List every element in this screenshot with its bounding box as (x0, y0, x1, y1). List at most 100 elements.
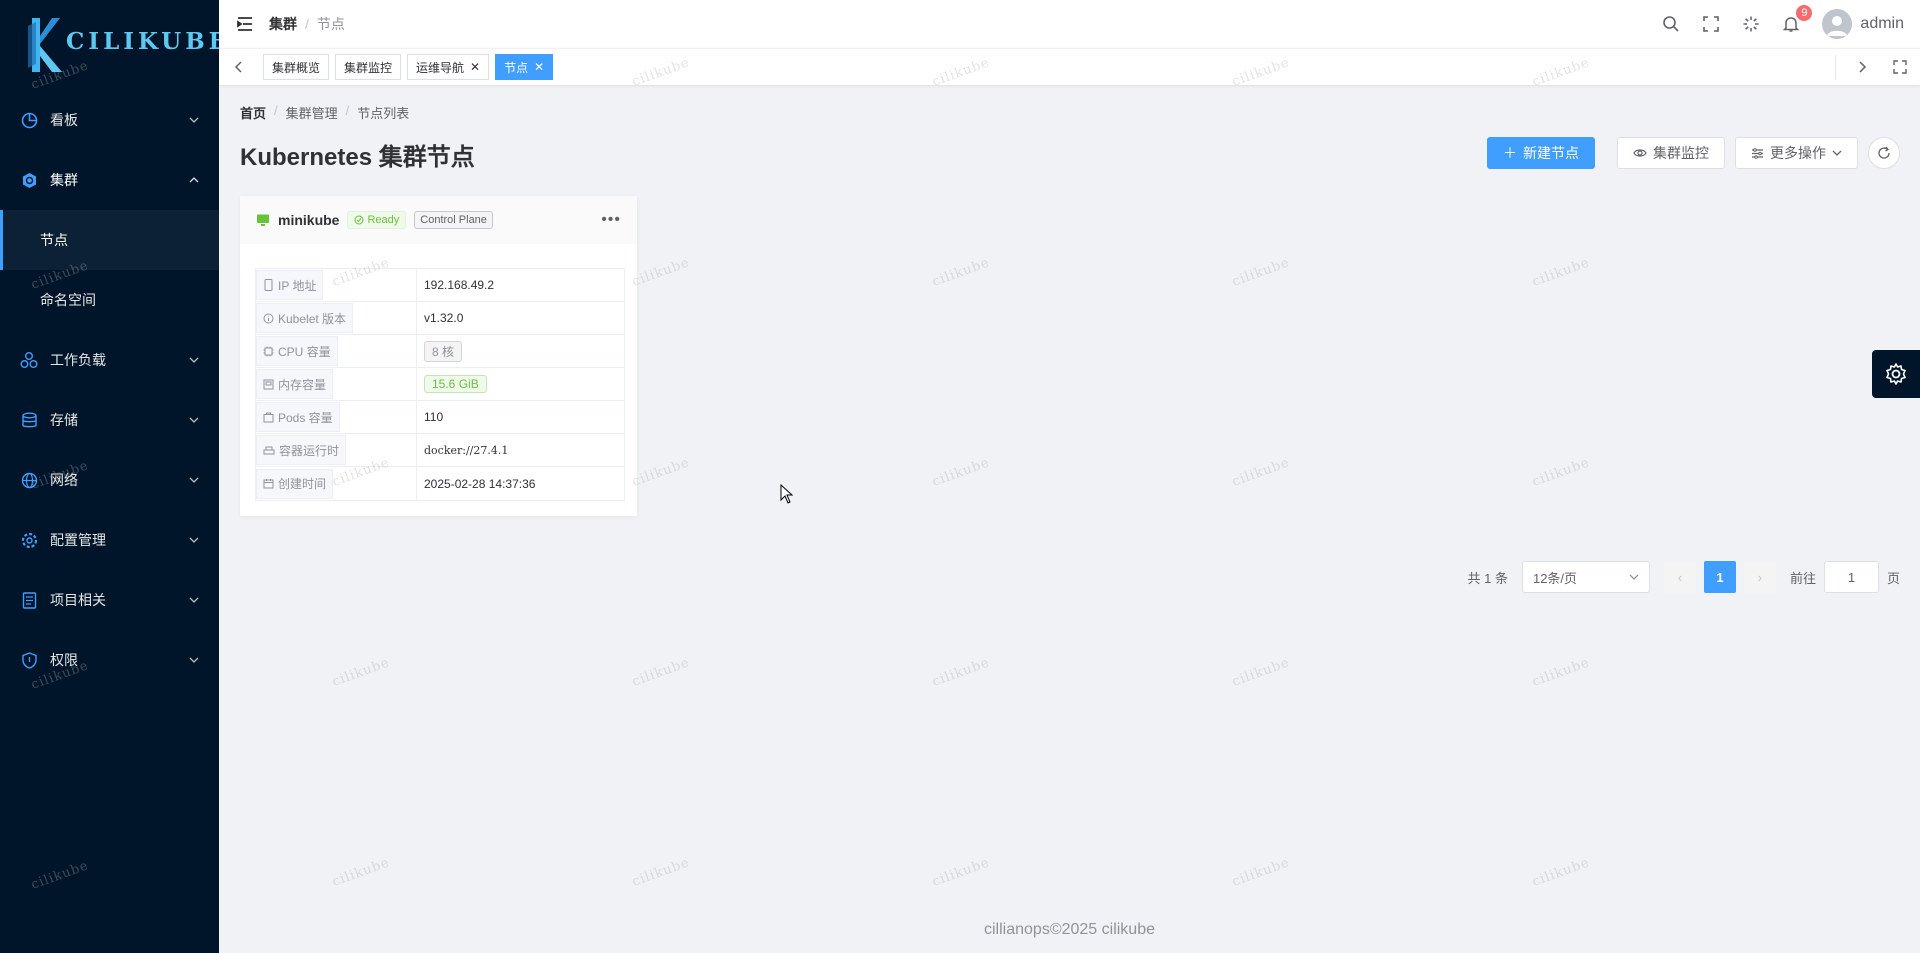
shield-icon (20, 651, 38, 669)
watermark: cilikube (930, 855, 992, 890)
breadcrumb-node-list: 节点列表 (357, 106, 410, 121)
watermark: cilikube (1230, 255, 1292, 290)
detail-label-box: 容器运行时 (256, 435, 347, 465)
detail-label-box: 创建时间 (256, 468, 334, 499)
more-actions-dropdown[interactable]: 更多操作 (1735, 137, 1858, 169)
detail-label: CPU 容量 (256, 335, 416, 367)
page-actions: ＋ 新建节点 集群监控 更多操作 (1487, 137, 1900, 169)
memory-icon (263, 379, 274, 389)
detail-label-text: 创建时间 (278, 477, 327, 491)
kubernetes-icon (20, 171, 38, 189)
detail-label-text: CPU 容量 (278, 344, 331, 359)
settings-button[interactable] (1872, 350, 1920, 398)
detail-value: 192.168.49.2 (416, 269, 624, 301)
chevron-down-icon (189, 657, 199, 663)
expand-icon[interactable] (1888, 55, 1912, 79)
tag-cluster-overview[interactable]: 集群概览 (263, 54, 330, 80)
status-badge: Ready (347, 211, 407, 229)
loading-icon[interactable] (1742, 15, 1760, 33)
watermark: cilikube (1530, 655, 1592, 690)
detail-label-text: IP 地址 (278, 278, 317, 293)
node-details: IP 地址 192.168.49.2 Kubelet 版本 v1.32.0 CP… (255, 268, 625, 501)
sliders-icon (1752, 147, 1763, 159)
bell-icon[interactable]: 9 (1782, 5, 1813, 33)
detail-value: 15.6 GiB (416, 368, 624, 400)
detail-value: 2025-02-28 14:37:36 (416, 467, 624, 500)
page-size-select[interactable]: 12条/页 (1521, 561, 1650, 593)
watermark: cilikube (29, 858, 91, 893)
node-name[interactable]: minikube (278, 212, 339, 228)
more-icon[interactable]: ••• (601, 211, 621, 229)
gear-icon (1886, 363, 1906, 385)
breadcrumb-separator: / (274, 103, 278, 118)
chevron-up-icon (189, 177, 199, 183)
chevron-down-icon (189, 477, 199, 483)
watermark: cilikube (930, 255, 992, 290)
close-icon[interactable]: ✕ (534, 61, 544, 73)
detail-label: 创建时间 (256, 467, 416, 500)
sidebar-item-storage[interactable]: 存储 (0, 390, 219, 450)
sidebar-item-project[interactable]: 项目相关 (0, 570, 219, 630)
chevron-left-icon[interactable] (227, 55, 251, 79)
tag-label: 集群概览 (272, 60, 321, 75)
create-node-button[interactable]: ＋ 新建节点 (1487, 137, 1595, 169)
watermark: cilikube (1530, 455, 1592, 490)
breadcrumb-separator: / (345, 103, 350, 118)
config-icon (20, 531, 38, 549)
chevron-right-icon[interactable] (1850, 55, 1874, 79)
next-page-button[interactable]: › (1743, 561, 1776, 593)
sidebar-item-label: 存储 (50, 412, 78, 428)
sidebar-item-workload[interactable]: 工作负载 (0, 330, 219, 390)
header-breadcrumb-nodes: 节点 (316, 16, 345, 32)
menu-fold-icon[interactable] (235, 14, 255, 34)
main-content: 首页 / 集群管理 / 节点列表 Kubernetes 集群节点 ＋ 新建节点 … (219, 55, 1920, 953)
sidebar-item-dashboard[interactable]: 看板 (0, 90, 219, 150)
cluster-monitor-button[interactable]: 集群监控 (1617, 137, 1725, 169)
page-title: Kubernetes 集群节点 (240, 144, 475, 171)
goto-page-input[interactable] (1823, 561, 1879, 593)
status-text: Ready (367, 214, 400, 226)
watermark: cilikube (930, 655, 992, 690)
breadcrumb-cluster-mgmt[interactable]: 集群管理 (286, 103, 338, 122)
refresh-button[interactable] (1868, 137, 1900, 169)
prev-page-button[interactable]: ‹ (1663, 561, 1696, 593)
sidebar-item-network[interactable]: 网络 (0, 450, 219, 510)
watermark: cilikube (1530, 255, 1592, 290)
detail-label-text: 容器运行时 (279, 443, 340, 458)
search-icon[interactable] (1662, 15, 1680, 33)
tag-cluster-monitor[interactable]: 集群监控 (335, 54, 402, 80)
fullscreen-icon[interactable] (1702, 15, 1720, 33)
watermark: cilikube (630, 655, 692, 690)
user-menu[interactable]: admin (1822, 9, 1904, 39)
header-breadcrumb-cluster[interactable]: 集群 (269, 14, 297, 34)
cpu-tag: 8 核 (424, 340, 463, 362)
pagination-total: 共 1 条 (1467, 570, 1508, 586)
tag-nodes[interactable]: 节点 ✕ (495, 54, 554, 80)
memory-tag: 15.6 GiB (424, 375, 487, 393)
chevron-down-icon (189, 537, 199, 543)
sidebar-item-nodes[interactable]: 节点 (0, 210, 219, 270)
header-tools: 9 admin (1662, 5, 1904, 39)
sidebar-item-permission[interactable]: 权限 (0, 630, 219, 690)
page-number-button[interactable]: 1 (1703, 561, 1736, 593)
breadcrumb-separator: / (305, 16, 309, 32)
detail-label-box: CPU 容量 (256, 336, 338, 366)
tag-ops-nav[interactable]: 运维导航 ✕ (407, 54, 490, 80)
close-icon[interactable]: ✕ (470, 61, 480, 73)
sidebar-item-namespaces[interactable]: 命名空间 (0, 270, 219, 330)
sidebar-item-label: 看板 (50, 112, 78, 128)
logo-mark-icon (28, 18, 62, 72)
sidebar-item-cluster[interactable]: 集群 (0, 150, 219, 210)
logo[interactable]: CILIKUBE (0, 0, 226, 90)
info-icon (263, 313, 274, 323)
detail-row-kubelet: Kubelet 版本 v1.32.0 (256, 302, 624, 335)
sidebar-item-label: 工作负载 (50, 352, 106, 368)
cpu-icon (263, 346, 274, 356)
sidebar: CILIKUBE 看板 集群 节点 命名空间 工作负载 存储 网络 配置管理 项… (0, 0, 226, 953)
database-icon (20, 411, 38, 429)
sidebar-item-config[interactable]: 配置管理 (0, 510, 219, 570)
sidebar-item-label: 节点 (40, 232, 68, 248)
detail-label-text: 内存容量 (278, 377, 327, 392)
breadcrumb-home[interactable]: 首页 (240, 103, 266, 122)
detail-label: Pods 容量 (256, 401, 416, 433)
